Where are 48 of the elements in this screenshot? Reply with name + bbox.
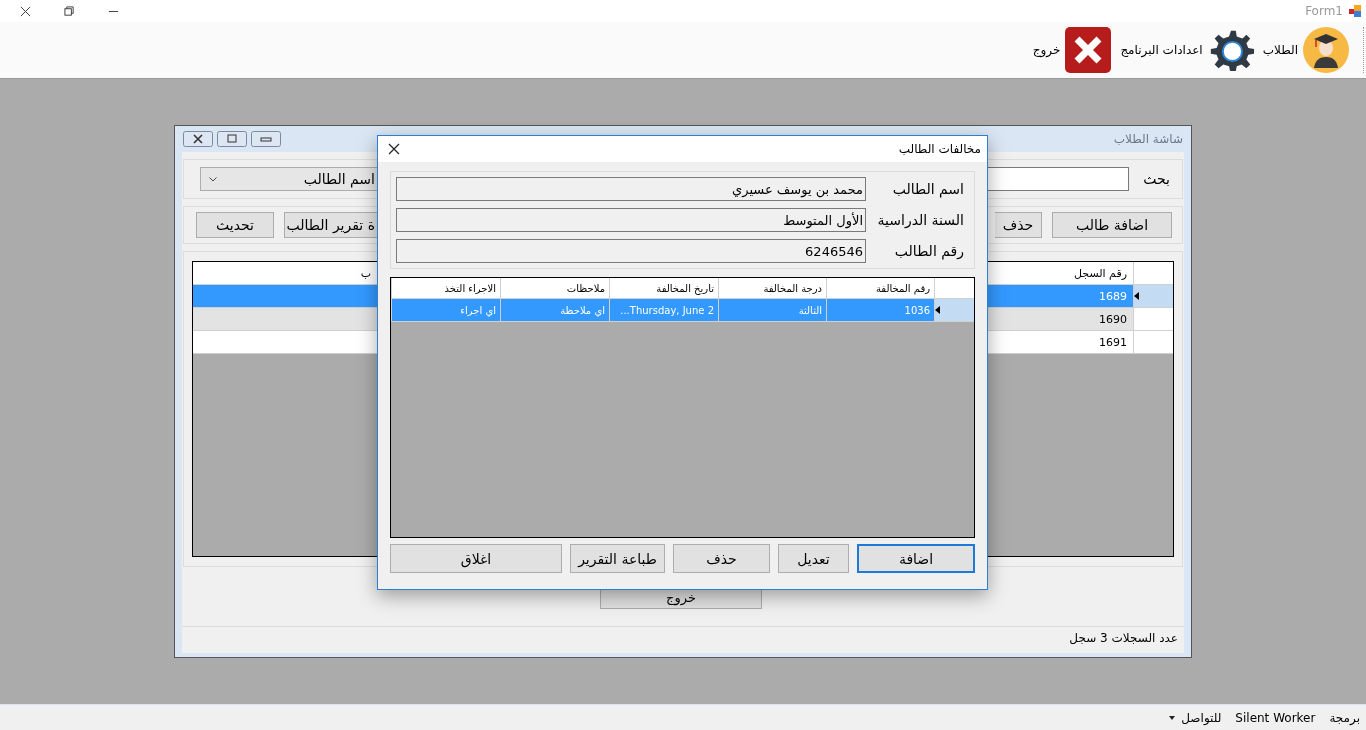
chevron-down-icon bbox=[209, 176, 217, 182]
action-button[interactable]: اضافة طالب bbox=[1052, 212, 1172, 238]
table-cell: اي ملاحظة bbox=[500, 299, 609, 321]
table-cell: اي اجراء bbox=[391, 299, 500, 321]
input-field[interactable]: محمد بن يوسف عسيري bbox=[396, 177, 866, 201]
close-icon[interactable] bbox=[183, 131, 213, 147]
dialog-button[interactable]: اضافة bbox=[857, 544, 975, 573]
field-label: اسم الطالب bbox=[891, 181, 964, 197]
close-icon[interactable] bbox=[388, 143, 400, 155]
dialog-button[interactable]: حذف bbox=[673, 544, 770, 573]
dialog-button[interactable]: تعديل bbox=[778, 544, 849, 573]
column-header: ملاحظات bbox=[500, 278, 609, 298]
table-cell: الثالثة bbox=[718, 299, 826, 321]
record-count: عدد السجلات 3 سجل bbox=[1069, 631, 1178, 645]
close-icon[interactable] bbox=[20, 5, 31, 17]
column-header: الاجراء التخذ bbox=[391, 278, 500, 298]
field-label: السنة الدراسية bbox=[876, 212, 964, 228]
table-cell: Thursday, June 2... bbox=[609, 299, 718, 321]
column-header: درجة المخالفة bbox=[718, 278, 826, 298]
app-icon bbox=[1349, 5, 1361, 17]
column-header: رقم المخالفة bbox=[826, 278, 934, 298]
contact-dropdown[interactable]: للتواصل bbox=[1167, 710, 1224, 725]
action-button[interactable]: تحديث bbox=[196, 212, 274, 238]
caret-icon bbox=[1169, 715, 1176, 720]
status-label: برمجة bbox=[1328, 710, 1361, 725]
toolbar-button[interactable]: الطلاب bbox=[1260, 24, 1352, 76]
graduate-icon bbox=[1302, 26, 1350, 74]
input-field[interactable]: 6246546 bbox=[396, 239, 866, 263]
dialog-button[interactable]: طباعة التقرير bbox=[570, 544, 665, 573]
restore-icon[interactable] bbox=[64, 5, 75, 17]
toolbar-button[interactable]: اعدادات البرنامج bbox=[1118, 24, 1257, 76]
action-button[interactable]: حذف bbox=[995, 212, 1042, 238]
window-title: شاشة الطلاب bbox=[1113, 132, 1183, 146]
close-icon bbox=[1064, 26, 1113, 74]
column-header: تاريخ المخالفة bbox=[609, 278, 718, 298]
status-label: Silent Worker bbox=[1234, 710, 1317, 725]
search-by-dropdown[interactable]: اسم الطالب bbox=[200, 167, 380, 191]
input-field[interactable]: الأول المتوسط bbox=[396, 208, 866, 232]
current-row-icon bbox=[935, 306, 940, 314]
current-row-icon bbox=[1134, 292, 1139, 300]
toolbar-button[interactable]: خروج bbox=[1030, 24, 1115, 76]
dialog-button[interactable]: اغلاق bbox=[390, 544, 562, 573]
field-label: رقم الطالب bbox=[893, 243, 964, 259]
column-header: ب bbox=[359, 265, 372, 282]
dialog-title: مخالفات الطالب bbox=[898, 142, 981, 156]
window-title: Form1 bbox=[1305, 4, 1343, 18]
table-cell: 1036 bbox=[826, 299, 934, 321]
search-label: بحث bbox=[1142, 171, 1171, 187]
